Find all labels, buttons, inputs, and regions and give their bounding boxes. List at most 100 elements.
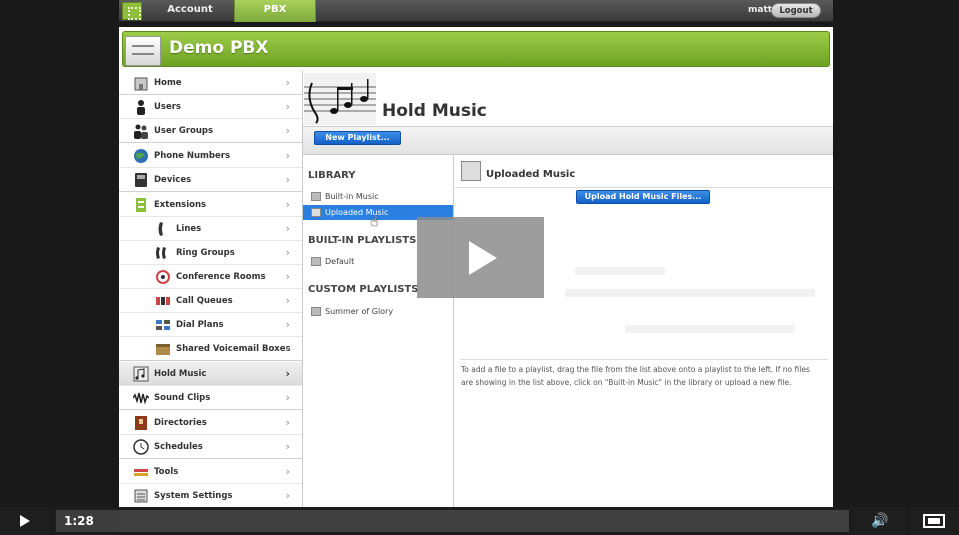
sidebar: Home › Users › User Groups › Phone Numbers ›… [119, 71, 303, 507]
chevron-right-icon: › [285, 246, 290, 259]
music-icon [133, 366, 149, 382]
sidebar-item-tools[interactable]: Tools › [119, 460, 302, 484]
app-logo-icon [122, 2, 142, 20]
playlist-item-label: Summer of Glory [325, 307, 394, 316]
chevron-right-icon: › [285, 173, 290, 186]
sidebar-item-label: User Groups [154, 126, 214, 136]
hand-cursor-icon: ☝ [370, 214, 379, 230]
playlist-item-label: Default [325, 257, 355, 266]
sidebar-item-label: Home [154, 78, 182, 88]
play-icon [469, 241, 497, 275]
sidebar-item-label: Conference Rooms [176, 272, 266, 282]
new-playlist-button[interactable]: New Playlist... [314, 131, 401, 145]
sidebar-item-dial-plans[interactable]: Dial Plans › [119, 313, 302, 337]
chevron-right-icon: › [285, 198, 290, 211]
tab-pbx[interactable]: PBX [234, 0, 316, 22]
music-file-icon [311, 257, 321, 266]
sidebar-item-label: Shared Voicemail Boxes [176, 344, 291, 354]
file-list-row [575, 267, 665, 275]
sidebar-item-call-queues[interactable]: Call Queues › [119, 289, 302, 313]
music-folder-icon [461, 161, 481, 181]
playlist-item-summer-of-glory[interactable]: Summer of Glory [303, 304, 453, 319]
chevron-right-icon: › [285, 124, 290, 137]
sidebar-item-system-settings[interactable]: System Settings › [119, 484, 302, 507]
toolbar: New Playlist... [303, 127, 833, 155]
tools-icon [134, 469, 148, 476]
banner-title: Demo PBX [169, 38, 269, 58]
sidebar-item-ring-groups[interactable]: Ring Groups › [119, 241, 302, 265]
extensions-icon [136, 198, 146, 212]
top-nav-bar: Account PBX matt Logout [119, 0, 833, 22]
drag-hint-text: To add a file to a playlist, drag the fi… [461, 365, 810, 387]
sidebar-item-directories[interactable]: Directories › [119, 411, 302, 435]
fullscreen-icon [923, 514, 945, 528]
ring-group-icon [156, 247, 166, 259]
sidebar-item-home[interactable]: Home › [119, 71, 302, 95]
play-button[interactable] [0, 507, 50, 535]
sidebar-item-label: Ring Groups [176, 248, 235, 258]
home-icon [134, 77, 148, 91]
conference-icon [156, 270, 170, 284]
library-heading: LIBRARY [308, 170, 356, 181]
waveform-icon [133, 392, 149, 405]
sidebar-item-conference-rooms[interactable]: Conference Rooms › [119, 265, 302, 289]
sidebar-item-label: Dial Plans [176, 320, 224, 330]
user-icon [137, 100, 145, 115]
sidebar-item-sound-clips[interactable]: Sound Clips › [119, 386, 302, 410]
tab-account[interactable]: Account [147, 0, 233, 22]
hint-divider [460, 359, 828, 360]
video-play-overlay[interactable] [417, 217, 544, 298]
logout-button[interactable]: Logout [771, 3, 821, 18]
files-header: Uploaded Music [455, 155, 833, 187]
sidebar-item-label: Users [154, 102, 181, 112]
sidebar-item-extensions[interactable]: Extensions › [119, 193, 302, 217]
sidebar-item-schedules[interactable]: Schedules › [119, 435, 302, 459]
sidebar-item-label: Devices [154, 175, 192, 185]
chevron-right-icon: › [285, 294, 290, 307]
chevron-right-icon: › [285, 149, 290, 162]
phone-device-icon [135, 173, 147, 187]
sidebar-item-users[interactable]: Users › [119, 95, 302, 119]
sidebar-item-label: Call Queues [176, 296, 233, 306]
directory-icon [135, 416, 147, 430]
file-list-row [565, 289, 815, 297]
time-display: 1:28 [64, 514, 94, 528]
library-panel: LIBRARY Built-in Music Uploaded Music BU… [303, 155, 454, 507]
pbx-banner: Demo PBX [122, 31, 830, 67]
sidebar-item-phone-numbers[interactable]: Phone Numbers › [119, 144, 302, 168]
volume-button[interactable]: 🔊 [855, 507, 905, 535]
chevron-right-icon: › [285, 489, 290, 502]
upload-hold-music-button[interactable]: Upload Hold Music Files... [576, 190, 710, 204]
users-icon [134, 124, 148, 139]
music-file-icon [311, 307, 321, 316]
hold-music-header-icon [304, 73, 376, 125]
chevron-right-icon: › [285, 391, 290, 404]
sidebar-item-label: Schedules [154, 442, 203, 452]
sidebar-item-label: Tools [154, 467, 179, 477]
chevron-right-icon: › [285, 318, 290, 331]
sidebar-item-lines[interactable]: Lines › [119, 217, 302, 241]
dial-plan-icon [156, 320, 170, 330]
custom-playlists-heading: CUSTOM PLAYLISTS [308, 284, 419, 295]
files-title: Uploaded Music [486, 169, 576, 180]
sidebar-item-shared-voicemail-boxes[interactable]: Shared Voicemail Boxes › [119, 337, 302, 361]
play-icon [20, 515, 30, 527]
fullscreen-button[interactable] [909, 507, 959, 535]
builtin-playlists-heading: BUILT-IN PLAYLISTS [308, 235, 417, 246]
pbx-icon [125, 36, 161, 66]
sidebar-item-hold-music[interactable]: Hold Music › [119, 362, 302, 386]
sidebar-item-label: Directories [154, 418, 207, 428]
main-panel: Hold Music New Playlist... LIBRARY Built… [303, 71, 833, 507]
sidebar-item-devices[interactable]: Devices › [119, 168, 302, 192]
queue-icon [156, 297, 170, 305]
video-player: Account PBX matt Logout Demo PBX Home › U… [0, 0, 959, 535]
progress-bar[interactable]: 1:28 [56, 510, 849, 532]
files-divider [455, 187, 833, 188]
chevron-right-icon: › [285, 342, 290, 355]
sidebar-item-label: System Settings [154, 491, 233, 501]
chevron-right-icon: › [285, 465, 290, 478]
sidebar-item-label: Lines [176, 224, 202, 234]
sidebar-item-user-groups[interactable]: User Groups › [119, 119, 302, 143]
handset-icon [158, 222, 163, 236]
library-item-built-in-music[interactable]: Built-in Music [303, 189, 453, 204]
